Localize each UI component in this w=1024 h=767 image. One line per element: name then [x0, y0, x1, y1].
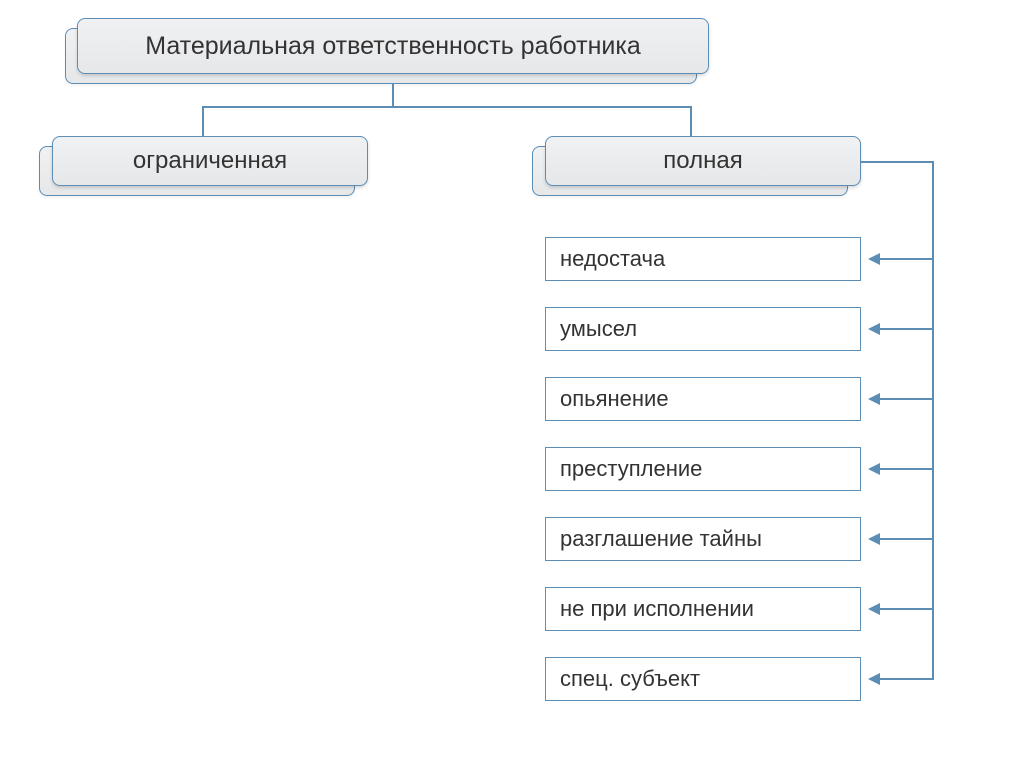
- leaf-6-label: спец. субъект: [560, 666, 700, 692]
- arrow-4-line: [880, 538, 934, 540]
- arrow-1-head: [868, 323, 880, 335]
- leaf-4: разглашение тайны: [545, 517, 861, 561]
- arrow-6-head: [868, 673, 880, 685]
- child-left: ограниченная: [52, 136, 368, 186]
- root-label: Материальная ответственность работника: [145, 32, 641, 61]
- conn-root-split: [202, 106, 692, 108]
- arrow-3-line: [880, 468, 934, 470]
- conn-root-down: [392, 84, 394, 106]
- trunk-attach: [861, 161, 934, 163]
- leaf-4-label: разглашение тайны: [560, 526, 762, 552]
- arrow-2-head: [868, 393, 880, 405]
- leaf-0-label: недостача: [560, 246, 665, 272]
- child-right: полная: [545, 136, 861, 186]
- trunk-drop: [932, 161, 934, 186]
- conn-to-right: [690, 106, 692, 136]
- leaf-6: спец. субъект: [545, 657, 861, 701]
- arrow-5-head: [868, 603, 880, 615]
- leaf-0: недостача: [545, 237, 861, 281]
- leaf-1: умысел: [545, 307, 861, 351]
- hierarchy-diagram: Материальная ответственность работника о…: [0, 0, 1024, 767]
- arrow-1-line: [880, 328, 934, 330]
- arrow-6-line: [880, 678, 934, 680]
- conn-to-left: [202, 106, 204, 136]
- leaf-5-label: не при исполнении: [560, 596, 754, 622]
- child-left-label: ограниченная: [133, 147, 287, 175]
- arrow-3-head: [868, 463, 880, 475]
- leaf-5: не при исполнении: [545, 587, 861, 631]
- root-node: Материальная ответственность работника: [77, 18, 709, 74]
- leaf-3: преступление: [545, 447, 861, 491]
- arrow-0-head: [868, 253, 880, 265]
- arrow-4-head: [868, 533, 880, 545]
- arrow-0-line: [880, 258, 934, 260]
- leaf-3-label: преступление: [560, 456, 702, 482]
- child-right-label: полная: [663, 147, 742, 175]
- leaf-2: опьянение: [545, 377, 861, 421]
- trunk-right: [932, 186, 934, 680]
- arrow-5-line: [880, 608, 934, 610]
- arrow-2-line: [880, 398, 934, 400]
- leaf-2-label: опьянение: [560, 386, 669, 412]
- leaf-1-label: умысел: [560, 316, 637, 342]
